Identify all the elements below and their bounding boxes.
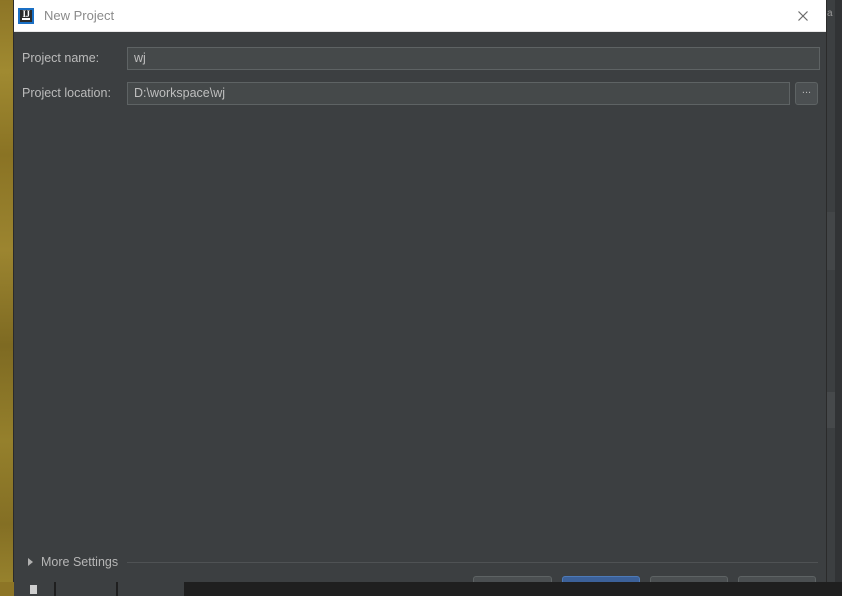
ide-background-right-edge bbox=[835, 0, 842, 596]
more-settings-label[interactable]: More Settings bbox=[41, 555, 118, 569]
browse-location-button[interactable]: ... bbox=[795, 81, 818, 105]
dialog-titlebar: IJ New Project bbox=[14, 0, 826, 32]
close-icon bbox=[798, 10, 808, 21]
desktop-wallpaper-strip bbox=[0, 0, 14, 596]
chevron-right-icon[interactable] bbox=[28, 558, 33, 566]
intellij-idea-icon: IJ bbox=[18, 7, 34, 24]
project-name-row: Project name: bbox=[22, 46, 820, 70]
taskbar-item[interactable] bbox=[56, 582, 116, 596]
intellij-idea-icon-bar bbox=[22, 17, 30, 20]
taskbar bbox=[0, 582, 842, 596]
more-settings-separator bbox=[127, 561, 818, 563]
more-settings-row[interactable]: More Settings bbox=[22, 553, 818, 571]
project-location-row: Project location: ... bbox=[22, 81, 818, 105]
new-project-dialog: IJ New Project Project name: Project loc… bbox=[14, 0, 826, 596]
project-location-label: Project location: bbox=[22, 86, 111, 100]
screen: a IJ New Project Project name: wj Projec… bbox=[0, 0, 842, 596]
taskbar-active-indicator bbox=[30, 585, 37, 594]
close-button[interactable] bbox=[780, 0, 826, 31]
project-name-label: Project name: bbox=[22, 51, 100, 65]
taskbar-wallpaper-corner bbox=[0, 582, 14, 596]
ide-background-text: a bbox=[827, 8, 833, 19]
project-name-input[interactable] bbox=[127, 46, 820, 70]
project-location-input[interactable] bbox=[127, 81, 790, 105]
taskbar-item[interactable] bbox=[118, 582, 184, 596]
ide-background-block bbox=[826, 392, 835, 428]
ellipsis-icon: ... bbox=[801, 84, 812, 96]
ide-background-block bbox=[826, 212, 835, 270]
dialog-title: New Project bbox=[44, 8, 115, 23]
dialog-body: Project name: Project location: ... More… bbox=[14, 32, 826, 596]
